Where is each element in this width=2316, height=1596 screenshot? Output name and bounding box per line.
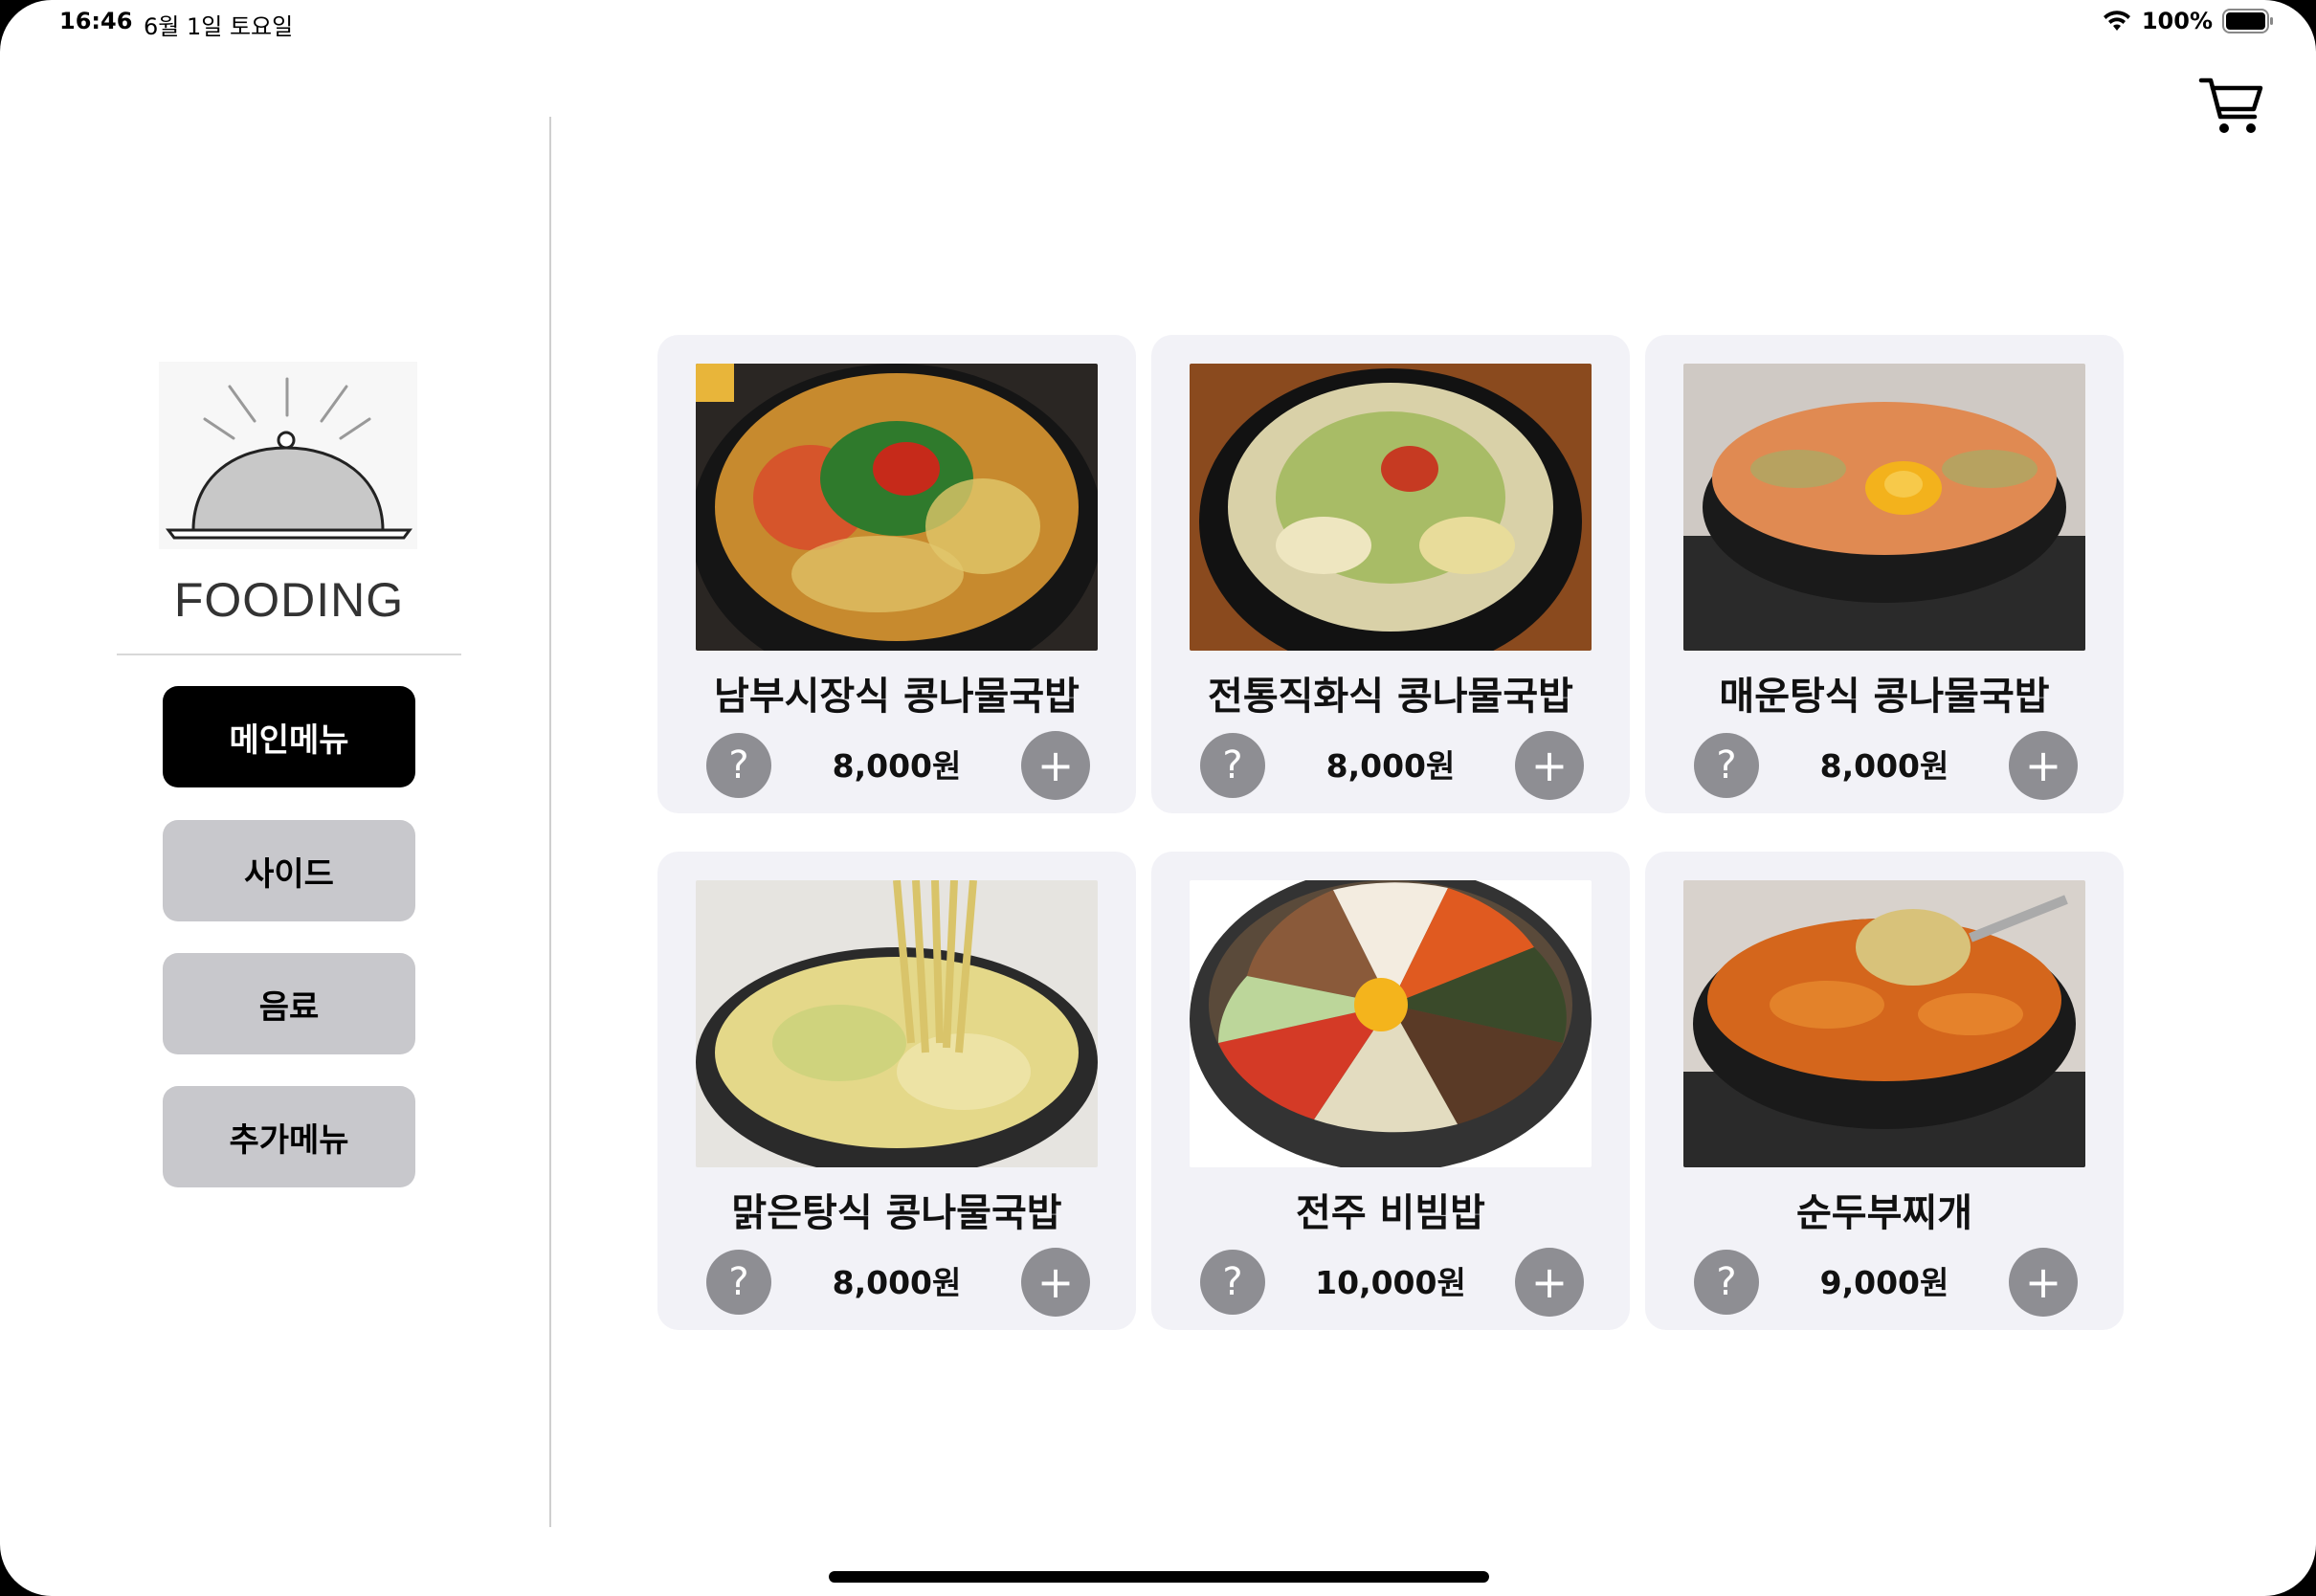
menu-item-name: 매운탕식 콩나물국밥: [1719, 675, 2050, 719]
menu-item-name: 전주 비빔밥: [1296, 1191, 1485, 1235]
cart-button[interactable]: [2197, 75, 2266, 138]
brand-divider: [117, 654, 461, 655]
wifi-icon: [2103, 11, 2130, 31]
status-indicators: 100%: [2102, 8, 2274, 34]
info-button[interactable]: ?: [1694, 733, 1759, 798]
menu-item-name: 맑은탕식 콩나물국밥: [731, 1191, 1062, 1235]
brand-logo: [159, 362, 417, 549]
add-to-cart-button[interactable]: +: [1515, 1248, 1584, 1317]
status-date: 6월 1일 토요일: [144, 13, 294, 40]
menu-item-name: 순두부찌개: [1796, 1191, 1972, 1235]
question-icon: ?: [1222, 743, 1243, 787]
menu-item-price: 9,000원: [1819, 1264, 1949, 1301]
info-button[interactable]: ?: [706, 733, 771, 798]
menu-item-image: [696, 880, 1098, 1167]
cloche-icon: [166, 377, 412, 540]
battery-icon: [2222, 9, 2273, 33]
plus-icon: +: [2024, 740, 2062, 791]
cart-icon: [2198, 78, 2263, 133]
home-indicator[interactable]: [829, 1571, 1489, 1583]
category-main-menu[interactable]: 메인메뉴: [163, 686, 415, 787]
menu-item-image: [1190, 880, 1592, 1167]
question-icon: ?: [728, 743, 749, 787]
menu-card[interactable]: 전통직화식 콩나물국밥 ? 8,000원 +: [1151, 335, 1630, 813]
menu-card[interactable]: 맑은탕식 콩나물국밥 ? 8,000원 +: [657, 852, 1136, 1330]
question-icon: ?: [1716, 1260, 1737, 1304]
battery-percent: 100%: [2141, 8, 2213, 34]
menu-card[interactable]: 순두부찌개 ? 9,000원 +: [1645, 852, 2124, 1330]
plus-icon: +: [1036, 1256, 1075, 1308]
question-icon: ?: [728, 1260, 749, 1304]
plus-icon: +: [1530, 1256, 1569, 1308]
plus-icon: +: [1036, 740, 1075, 791]
status-bar: 16:46 6월 1일 토요일 100%: [0, 0, 2316, 48]
add-to-cart-button[interactable]: +: [1021, 1248, 1090, 1317]
sidebar-divider: [549, 117, 551, 1527]
info-button[interactable]: ?: [1200, 733, 1265, 798]
app-screen: 16:46 6월 1일 토요일 100% FOODING 메인메뉴 사이드 음료…: [0, 0, 2316, 1596]
info-button[interactable]: ?: [1694, 1250, 1759, 1315]
menu-item-name: 남부시장식 콩나물국밥: [714, 675, 1080, 719]
plus-icon: +: [2024, 1256, 2062, 1308]
info-button[interactable]: ?: [706, 1250, 771, 1315]
add-to-cart-button[interactable]: +: [2009, 731, 2078, 800]
menu-item-price: 8,000원: [832, 747, 962, 785]
menu-item-price: 10,000원: [1315, 1264, 1466, 1301]
add-to-cart-button[interactable]: +: [2009, 1248, 2078, 1317]
category-drinks[interactable]: 음료: [163, 953, 415, 1054]
menu-item-image: [696, 364, 1098, 651]
question-icon: ?: [1716, 743, 1737, 787]
category-extra-menu[interactable]: 추가메뉴: [163, 1086, 415, 1187]
menu-item-price: 8,000원: [832, 1264, 962, 1301]
menu-card[interactable]: 매운탕식 콩나물국밥 ? 8,000원 +: [1645, 335, 2124, 813]
add-to-cart-button[interactable]: +: [1021, 731, 1090, 800]
brand-name: FOODING: [173, 573, 405, 627]
menu-item-name: 전통직화식 콩나물국밥: [1208, 675, 1573, 719]
menu-card[interactable]: 남부시장식 콩나물국밥 ? 8,000원 +: [657, 335, 1136, 813]
category-side[interactable]: 사이드: [163, 820, 415, 921]
menu-item-image: [1190, 364, 1592, 651]
plus-icon: +: [1530, 740, 1569, 791]
menu-item-price: 8,000원: [1325, 747, 1456, 785]
menu-card[interactable]: 전주 비빔밥 ? 10,000원 +: [1151, 852, 1630, 1330]
info-button[interactable]: ?: [1200, 1250, 1265, 1315]
question-icon: ?: [1222, 1260, 1243, 1304]
status-time: 16:46: [59, 8, 133, 34]
menu-item-image: [1683, 364, 2085, 651]
menu-item-price: 8,000원: [1819, 747, 1949, 785]
add-to-cart-button[interactable]: +: [1515, 731, 1584, 800]
menu-item-image: [1683, 880, 2085, 1167]
